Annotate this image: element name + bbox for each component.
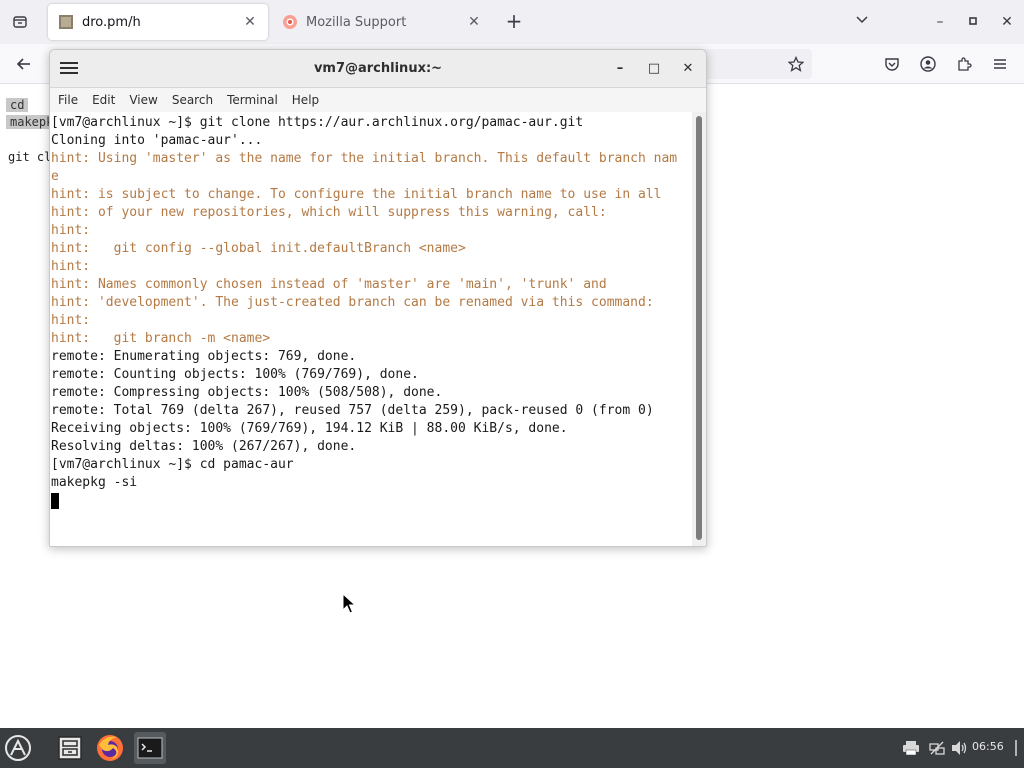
browser-close-button[interactable]: ✕ [997, 12, 1017, 32]
terminal-line: hint: [51, 223, 91, 238]
terminal-close-button[interactable]: ✕ [678, 59, 698, 79]
terminal-line: hint: of your new repositories, which wi… [51, 205, 607, 220]
list-all-tabs-chevron-icon[interactable] [852, 12, 872, 32]
terminal-line: makepkg -si [51, 475, 138, 490]
star-icon [788, 56, 804, 72]
terminal-line: remote: Total 769 (delta 267), reused 75… [51, 403, 654, 418]
extensions-button[interactable] [952, 52, 976, 76]
terminal-scrollbar-thumb[interactable] [696, 116, 702, 540]
bookmark-star-button[interactable] [784, 52, 808, 76]
terminal-scrollbar[interactable] [692, 112, 706, 546]
pocket-button[interactable] [880, 52, 904, 76]
terminal-line: [vm7@archlinux ~]$ git clone https://aur… [51, 115, 584, 130]
terminal-line: hint: 'development'. The just-created br… [51, 295, 654, 310]
taskbar-terminal[interactable] [134, 732, 166, 764]
puzzle-icon [958, 57, 972, 71]
taskbar-file-manager[interactable] [54, 732, 86, 764]
taskbar-clock[interactable]: 06:56 [972, 740, 1004, 753]
browser-maximize-button[interactable] [963, 12, 983, 32]
back-arrow-icon [16, 58, 30, 70]
tab-close-icon[interactable]: ✕ [466, 14, 482, 30]
terminal-icon [137, 737, 163, 759]
terminal-line: hint: Names commonly chosen instead of '… [51, 277, 607, 292]
terminal-line: hint: is subject to change. To configure… [51, 187, 662, 202]
archlinux-logo-icon [5, 735, 31, 761]
menu-terminal[interactable]: Terminal [227, 93, 278, 107]
terminal-output[interactable]: [vm7@archlinux ~]$ git clone https://aur… [50, 112, 692, 546]
tab-close-icon[interactable]: ✕ [242, 14, 258, 30]
tab-title: Mozilla Support [306, 14, 407, 30]
firefox-icon [97, 735, 123, 761]
terminal-line: hint: git branch -m <name> [51, 331, 271, 346]
browser-minimize-button[interactable]: – [930, 12, 950, 32]
volume-icon[interactable] [950, 740, 968, 756]
terminal-line: Cloning into 'pamac-aur'... [51, 133, 263, 148]
mozilla-support-favicon-icon [283, 15, 297, 29]
hamburger-icon [994, 59, 1006, 69]
terminal-line: remote: Compressing objects: 100% (508/5… [51, 385, 443, 400]
show-desktop-button[interactable] [1012, 740, 1020, 756]
terminal-line: Receiving objects: 100% (769/769), 194.1… [51, 421, 568, 436]
page-text-git-clone: git cl [8, 150, 52, 164]
account-icon [920, 56, 936, 72]
tab-title: dro.pm/h [82, 14, 141, 30]
terminal-line: hint: git config --global init.defaultBr… [51, 241, 466, 256]
terminal-minimize-button[interactable]: – [610, 59, 630, 79]
page-text-cd: cd [6, 98, 29, 112]
start-menu-button[interactable] [2, 732, 34, 764]
terminal-titlebar[interactable]: vm7@archlinux:~ – □ ✕ [50, 50, 706, 88]
mouse-pointer-icon [342, 593, 356, 614]
printer-icon[interactable] [902, 740, 920, 756]
file-manager-icon [58, 736, 82, 760]
network-icon[interactable] [928, 740, 946, 756]
menu-file[interactable]: File [58, 93, 78, 107]
taskbar-firefox[interactable] [94, 732, 126, 764]
terminal-menubar: File Edit View Search Terminal Help [50, 88, 706, 112]
page-favicon-icon [59, 15, 73, 29]
app-menu-button[interactable] [988, 52, 1012, 76]
terminal-line: remote: Counting objects: 100% (769/769)… [51, 367, 419, 382]
terminal-window[interactable]: vm7@archlinux:~ – □ ✕ File Edit View Sea… [49, 49, 707, 547]
terminal-cursor-line[interactable] [51, 492, 692, 510]
pocket-icon [885, 58, 899, 71]
menu-edit[interactable]: Edit [92, 93, 115, 107]
terminal-line: Resolving deltas: 100% (267/267), done. [51, 439, 357, 454]
terminal-maximize-button[interactable]: □ [644, 59, 664, 79]
terminal-title: vm7@archlinux:~ [313, 61, 443, 76]
tab-list-icon [13, 16, 27, 28]
terminal-line: hint: Using 'master' as the name for the… [51, 151, 678, 166]
menu-view[interactable]: View [129, 93, 157, 107]
terminal-line: e [51, 169, 59, 184]
terminal-cursor [51, 492, 59, 509]
terminal-line: hint: [51, 259, 91, 274]
tab-dro-pm[interactable]: dro.pm/h ✕ [48, 4, 268, 40]
terminal-line: remote: Enumerating objects: 769, done. [51, 349, 357, 364]
account-button[interactable] [916, 52, 940, 76]
terminal-line: hint: [51, 313, 91, 328]
taskbar: 06:56 [0, 728, 1024, 768]
menu-search[interactable]: Search [172, 93, 213, 107]
new-tab-button[interactable]: + [504, 11, 524, 32]
tab-list-button[interactable] [8, 10, 32, 34]
browser-tab-bar: dro.pm/h ✕ Mozilla Support ✕ + – ✕ [0, 0, 1024, 44]
tab-mozilla-support[interactable]: Mozilla Support ✕ [272, 4, 492, 40]
menu-help[interactable]: Help [292, 93, 319, 107]
back-button[interactable] [12, 52, 36, 76]
terminal-line: [vm7@archlinux ~]$ cd pamac-aur [51, 457, 294, 472]
